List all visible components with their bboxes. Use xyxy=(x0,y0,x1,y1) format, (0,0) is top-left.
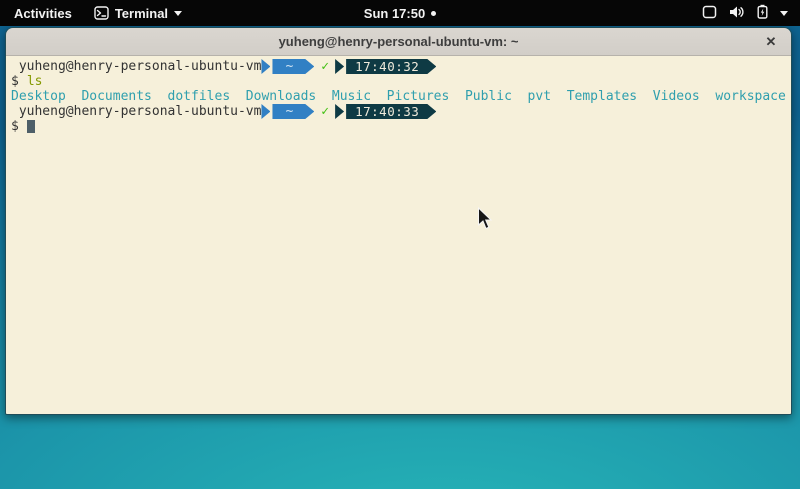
desktop-background: Activities Terminal Sun 17:50 xyxy=(0,0,800,489)
powerline-arrow-icon xyxy=(261,104,270,119)
window-title: yuheng@henry-personal-ubuntu-vm: ~ xyxy=(279,34,519,49)
prompt-line-2: yuheng@henry-personal-ubuntu-vm ~ ✓ 17:4… xyxy=(11,104,786,119)
terminal-content[interactable]: yuheng@henry-personal-ubuntu-vm ~ ✓ 17:4… xyxy=(6,56,791,414)
input-line[interactable]: $ xyxy=(11,119,786,134)
powerline-arrow-icon xyxy=(261,59,270,74)
screen-icon xyxy=(702,5,717,22)
prompt-time-segment: 17:40:33 xyxy=(346,104,436,119)
close-icon[interactable]: ✕ xyxy=(759,28,783,55)
prompt-path-segment: ~ xyxy=(272,104,314,119)
clock-label: Sun 17:50 xyxy=(364,6,425,21)
check-icon: ✓ xyxy=(321,59,329,74)
volume-icon xyxy=(729,5,745,22)
window-titlebar[interactable]: yuheng@henry-personal-ubuntu-vm: ~ ✕ xyxy=(6,28,791,56)
prompt-user: yuheng@henry-personal-ubuntu-vm xyxy=(11,104,261,119)
top-bar: Activities Terminal Sun 17:50 xyxy=(0,0,800,26)
prompt-user: yuheng@henry-personal-ubuntu-vm xyxy=(11,59,261,74)
prompt-path-segment: ~ xyxy=(272,59,314,74)
prompt-dollar: $ xyxy=(11,119,19,134)
prompt-line-1: yuheng@henry-personal-ubuntu-vm ~ ✓ 17:4… xyxy=(11,59,786,74)
powerline-arrow-icon xyxy=(335,59,344,74)
app-menu-terminal[interactable]: Terminal xyxy=(94,6,182,21)
system-indicators[interactable] xyxy=(702,4,800,22)
directory-list: Desktop Documents dotfiles Downloads Mus… xyxy=(11,89,786,104)
notification-dot-icon xyxy=(431,11,436,16)
terminal-window: yuheng@henry-personal-ubuntu-vm: ~ ✕ yuh… xyxy=(5,27,792,415)
prompt-time-segment: 17:40:32 xyxy=(346,59,436,74)
ls-output-line: Desktop Documents dotfiles Downloads Mus… xyxy=(11,89,786,104)
battery-charging-icon xyxy=(757,4,768,22)
check-icon: ✓ xyxy=(321,104,329,119)
command-text: ls xyxy=(27,74,43,89)
prompt-dollar: $ xyxy=(11,74,19,89)
terminal-app-icon xyxy=(94,6,109,20)
chevron-down-icon xyxy=(174,11,182,16)
activities-button[interactable]: Activities xyxy=(10,4,76,23)
terminal-cursor xyxy=(27,120,35,133)
system-menu-chevron-icon xyxy=(780,11,788,16)
command-line: $ ls xyxy=(11,74,786,89)
clock-button[interactable]: Sun 17:50 xyxy=(364,6,436,21)
app-menu-label: Terminal xyxy=(115,6,168,21)
powerline-arrow-icon xyxy=(335,104,344,119)
